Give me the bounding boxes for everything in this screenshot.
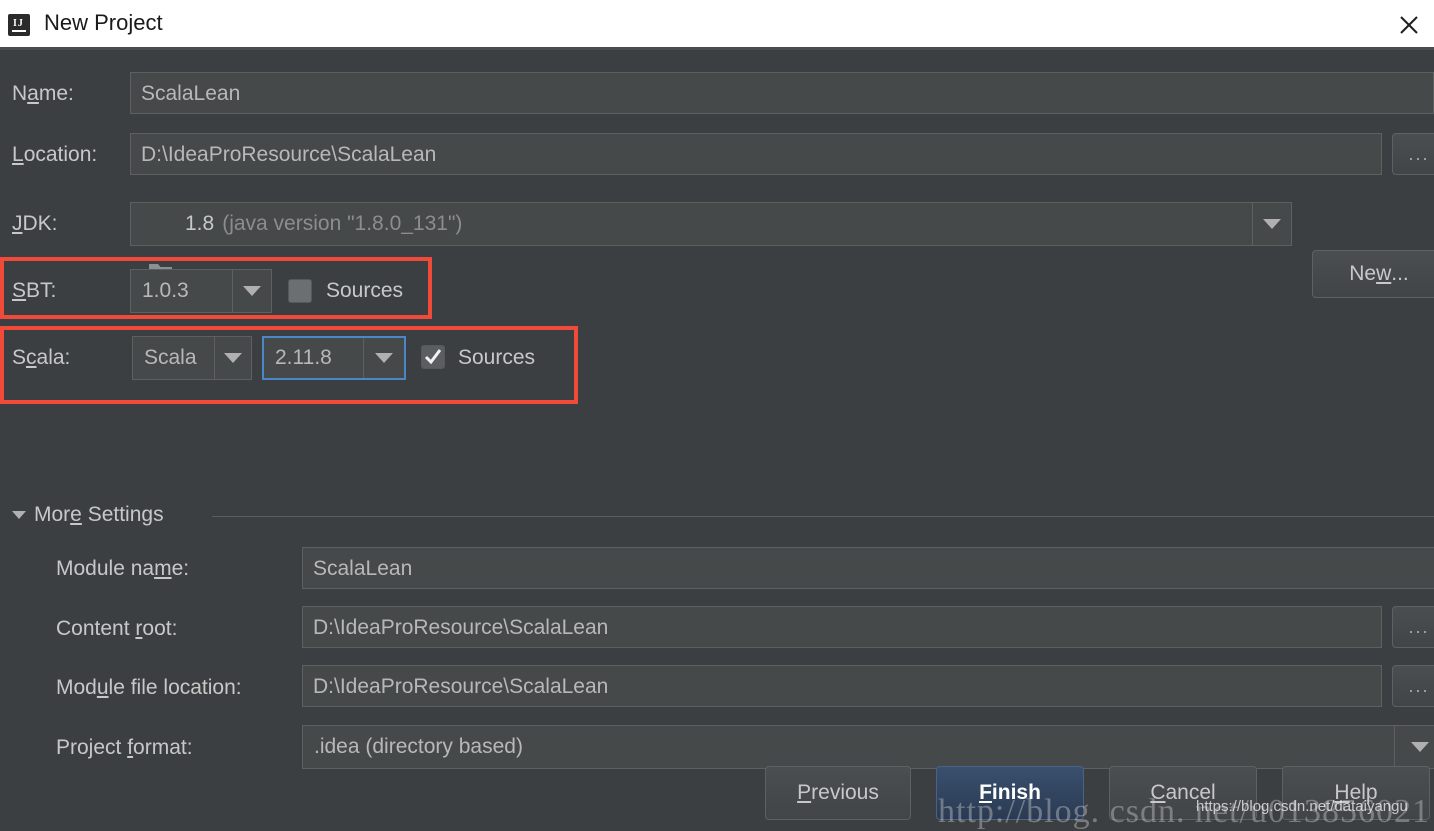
title-bar: IJ New Project [0,0,1434,50]
chevron-down-icon [12,511,26,519]
chevron-down-icon [1263,219,1281,229]
module-file-location-input[interactable]: D:\IdeaProResource\ScalaLean [302,665,1382,707]
name-input-value: ScalaLean [141,81,241,105]
content-root-input[interactable]: D:\IdeaProResource\ScalaLean [302,606,1382,648]
scala-version-combo-arrow[interactable] [363,338,404,378]
content-root-browse-button[interactable]: ... [1392,606,1434,648]
sbt-sources-checkbox[interactable] [288,279,312,303]
scala-platform-combo-arrow[interactable] [214,337,251,379]
jdk-combo-value: 1.8 (java version "1.8.0_131") [131,203,1252,245]
sbt-version-value: 1.0.3 [142,279,189,302]
app-icon-underbar [12,30,26,32]
chevron-down-icon [1411,742,1429,752]
scala-sources-label[interactable]: Sources [458,346,535,370]
content-root-value: D:\IdeaProResource\ScalaLean [313,615,609,639]
sbt-label: SBT: [12,279,57,302]
scala-version-value: 2.11.8 [275,346,332,369]
project-format-combo[interactable]: .idea (directory based) [302,725,1434,769]
jdk-combo-arrow[interactable] [1252,203,1291,245]
module-name-value: ScalaLean [313,556,413,580]
chevron-down-icon [375,353,393,363]
chevron-down-icon [224,353,242,363]
module-file-location-browse-button[interactable]: ... [1392,665,1434,707]
content-root-label: Content root: [56,617,178,640]
jdk-combo[interactable]: 1.8 (java version "1.8.0_131") [130,202,1292,246]
page-title: New Project [44,10,163,35]
location-input[interactable]: D:\IdeaProResource\ScalaLean [130,133,1382,175]
scala-label: Scala: [12,346,71,369]
check-icon [424,349,442,365]
sbt-version-combo-arrow[interactable] [232,270,271,312]
location-input-value: D:\IdeaProResource\ScalaLean [141,142,437,166]
sbt-version-combo[interactable]: 1.0.3 [130,269,272,313]
project-format-combo-arrow[interactable] [1394,726,1434,768]
jdk-version-detail: (java version "1.8.0_131") [222,212,463,235]
jdk-new-button[interactable]: Ne w... [1312,250,1434,298]
scala-version-combo[interactable]: 2.11.8 [262,336,406,380]
scala-platform-value: Scala [144,346,197,369]
module-name-input[interactable]: ScalaLean [302,547,1434,589]
previous-button[interactable]: Previous [765,766,911,820]
chevron-down-icon [243,286,261,296]
location-label: Location: [12,143,98,166]
location-browse-button[interactable]: ... [1392,133,1434,175]
more-settings-separator [212,516,1434,517]
module-name-label: Module name: [56,557,190,580]
project-format-value: .idea (directory based) [314,735,523,758]
jdk-version: 1.8 [185,212,215,235]
intellij-idea-icon: IJ [8,14,30,36]
more-settings-toggle[interactable]: More Settings [12,503,164,527]
scala-platform-combo[interactable]: Scala [132,336,252,380]
close-icon[interactable] [1390,6,1428,44]
scala-sources-checkbox[interactable] [421,345,445,369]
module-file-location-value: D:\IdeaProResource\ScalaLean [313,674,609,698]
name-input[interactable]: ScalaLean [130,72,1434,114]
name-label: Name: [12,82,74,105]
jdk-label: JDK: [12,212,58,235]
more-settings-label: More Settings [34,503,164,526]
app-icon-glyph: IJ [13,18,24,29]
sbt-sources-label[interactable]: Sources [326,279,403,303]
module-file-location-label: Module file location: [56,676,242,699]
watermark-blog-url-small: https://blog.csdn.net/dataiyangu [1196,798,1408,815]
dialog-body: Name: ScalaLean Location: D:\IdeaProReso… [0,50,1434,826]
close-icon-svg [1400,16,1418,34]
project-format-label: Project format: [56,736,193,759]
